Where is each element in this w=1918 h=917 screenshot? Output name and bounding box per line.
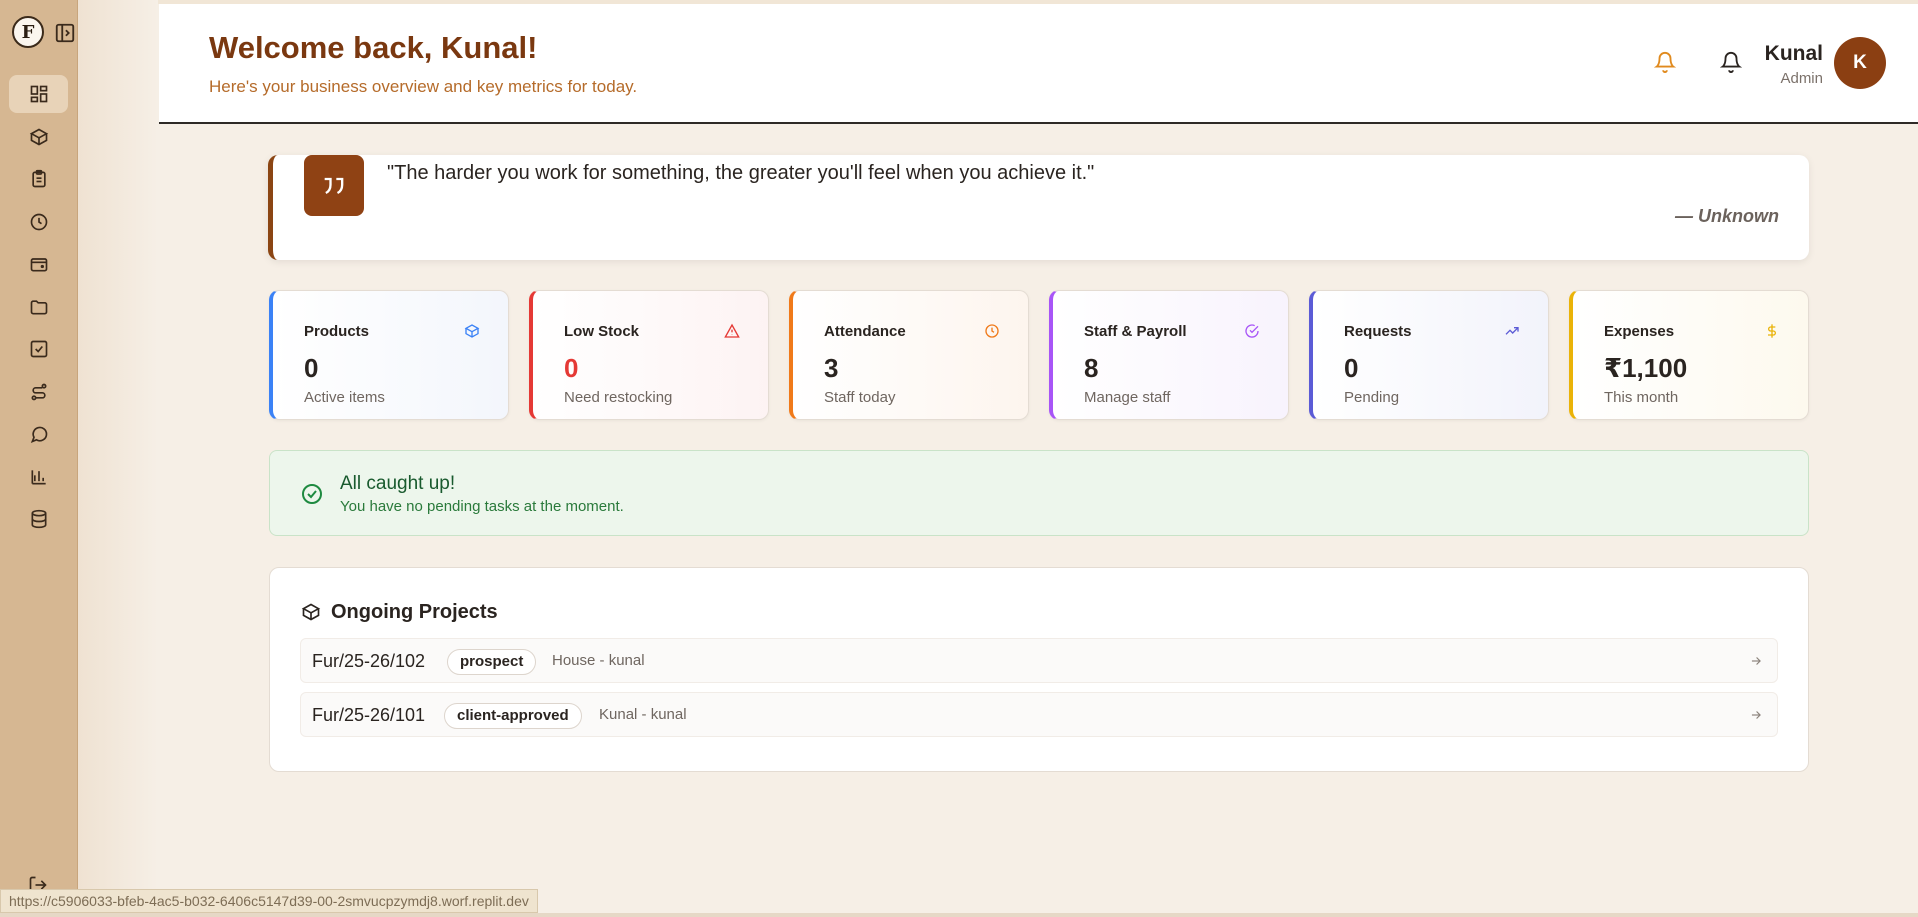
bottom-edge [0, 913, 1918, 917]
stat-label: Requests [1344, 323, 1412, 340]
stat-label: Attendance [824, 323, 906, 340]
arrow-right-icon[interactable] [1749, 654, 1763, 668]
stat-card-attendance[interactable]: Attendance 3 Staff today [789, 290, 1029, 420]
header: Welcome back, Kunal! Here's your busines… [159, 4, 1918, 124]
quote-text: "The harder you work for something, the … [387, 162, 1095, 184]
sidebar-item-wallet[interactable] [9, 245, 68, 283]
clock-icon [985, 324, 999, 338]
database-icon [31, 509, 46, 529]
avatar[interactable]: K [1834, 37, 1886, 89]
warning-icon [724, 323, 740, 338]
stat-card-requests[interactable]: Requests 0 Pending [1309, 290, 1549, 420]
stat-subtitle: Active items [304, 389, 385, 406]
stat-subtitle: Staff today [824, 389, 896, 406]
sidebar-toggle-icon[interactable] [54, 22, 76, 44]
status-badge: client-approved [444, 703, 582, 729]
quote-card: "The harder you work for something, the … [268, 155, 1809, 260]
stat-value: ₹1,100 [1604, 353, 1688, 383]
section-title: Ongoing Projects [331, 601, 498, 623]
trending-up-icon [1505, 327, 1519, 335]
stat-value: 0 [564, 353, 579, 383]
check-square-icon [30, 340, 47, 358]
box-icon [29, 128, 48, 146]
sidebar-item-routes[interactable] [9, 373, 68, 411]
stat-card-expenses[interactable]: Expenses ₹1,100 This month [1569, 290, 1809, 420]
notification-bell-icon[interactable] [1654, 51, 1676, 73]
stat-label: Staff & Payroll [1084, 323, 1187, 340]
sidebar-item-messages[interactable] [9, 415, 68, 453]
dashboard-icon [30, 85, 47, 103]
ongoing-projects-card: Ongoing Projects Fur/25-26/102 prospect … [269, 567, 1809, 772]
dollar-icon [1768, 324, 1776, 338]
alerts-bell-icon[interactable] [1720, 51, 1742, 73]
sidebar-item-projects[interactable] [9, 288, 68, 326]
quote-icon [324, 177, 344, 194]
sidebar-item-dashboard[interactable] [9, 75, 68, 113]
stat-label: Expenses [1604, 323, 1675, 340]
stat-subtitle: Need restocking [564, 389, 673, 406]
check-circle-icon [302, 484, 322, 504]
sidebar-item-database[interactable] [9, 500, 68, 538]
caught-up-title: All caught up! [340, 473, 456, 494]
stat-subtitle: Manage staff [1084, 389, 1171, 406]
box-icon [464, 324, 480, 338]
user-name: Kunal [1764, 42, 1823, 65]
project-row[interactable]: Fur/25-26/102 prospect House - kunal [300, 638, 1778, 683]
sidebar-item-orders[interactable] [9, 160, 68, 198]
bar-chart-icon [31, 470, 46, 485]
stat-label: Low Stock [564, 323, 640, 340]
project-code: Fur/25-26/102 [312, 651, 426, 671]
stat-card-products[interactable]: Products 0 Active items [269, 290, 509, 420]
sidebar-item-tasks[interactable] [9, 330, 68, 368]
stat-label: Products [304, 323, 370, 340]
app-logo[interactable]: F [12, 16, 44, 48]
page-title: Welcome back, Kunal! [209, 30, 538, 65]
sidebar-item-products[interactable] [9, 118, 68, 156]
sidebar-item-attendance[interactable] [9, 203, 68, 241]
project-client: House - kunal [552, 652, 645, 669]
folder-icon [30, 300, 47, 315]
clipboard-icon [31, 169, 46, 188]
stat-value: 3 [824, 353, 839, 383]
chat-icon [30, 426, 47, 443]
project-client: Kunal - kunal [599, 706, 687, 723]
stat-card-low-stock[interactable]: Low Stock 0 Need restocking [529, 290, 769, 420]
caught-up-banner: All caught up! You have no pending tasks… [269, 450, 1809, 536]
project-row[interactable]: Fur/25-26/101 client-approved Kunal - ku… [300, 692, 1778, 737]
wallet-icon [30, 258, 47, 272]
page-subtitle: Here's your business overview and key me… [209, 77, 638, 96]
sidebar-shadow [78, 0, 158, 917]
stat-value: 0 [1344, 353, 1359, 383]
stat-card-staff-payroll[interactable]: Staff & Payroll 8 Manage staff [1049, 290, 1289, 420]
user-role: Admin [1780, 70, 1823, 87]
stat-value: 8 [1084, 353, 1099, 383]
sidebar: F [0, 0, 78, 917]
stat-value: 0 [304, 353, 319, 383]
stat-subtitle: Pending [1344, 389, 1400, 406]
caught-up-subtitle: You have no pending tasks at the moment. [340, 498, 624, 515]
clock-icon [30, 213, 47, 231]
project-code: Fur/25-26/101 [312, 705, 426, 725]
quote-badge [304, 155, 364, 216]
sidebar-item-reports[interactable] [9, 458, 68, 496]
box-icon [301, 603, 321, 621]
arrow-right-icon[interactable] [1749, 708, 1763, 722]
stat-subtitle: This month [1604, 389, 1679, 406]
route-icon [31, 383, 46, 401]
check-circle-icon [1245, 324, 1259, 338]
status-badge: prospect [447, 649, 537, 675]
status-bar-url: https://c5906033-bfeb-4ac5-b032-6406c514… [0, 889, 538, 913]
quote-author: — Unknown [1675, 206, 1779, 226]
